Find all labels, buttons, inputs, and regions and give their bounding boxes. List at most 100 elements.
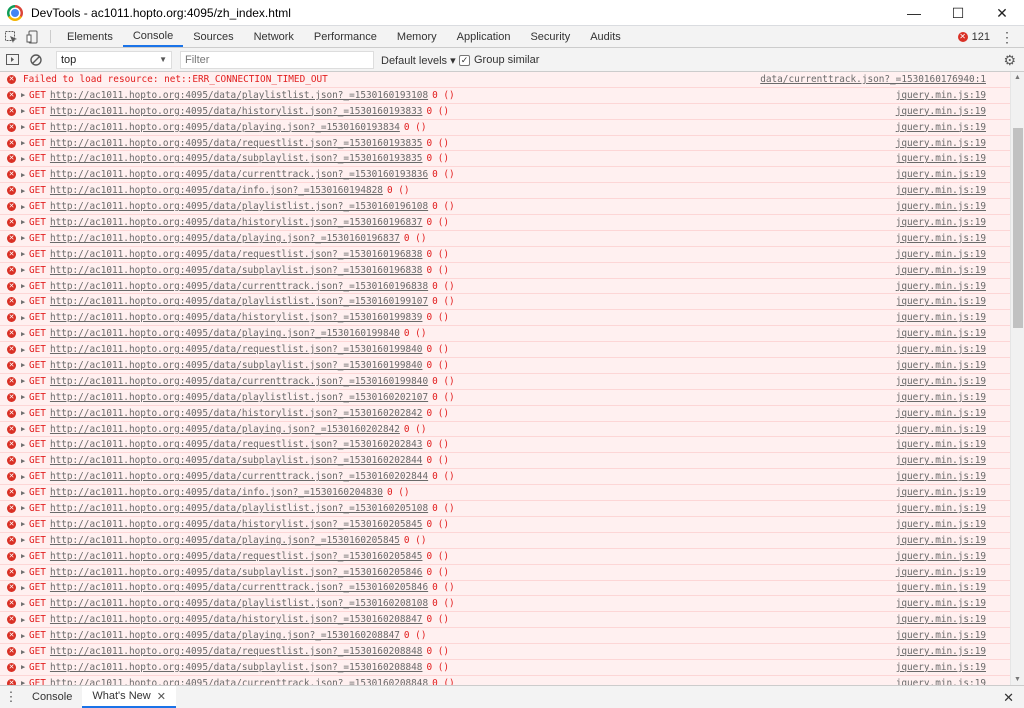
table-row[interactable]: ✕ ▶ GET http://ac1011.hopto.org:4095/data/c… [0, 676, 1010, 685]
source-link[interactable]: jquery.min.js:19 [896, 344, 986, 355]
source-link[interactable]: jquery.min.js:19 [896, 678, 986, 685]
request-url[interactable]: http://ac1011.hopto.org:4095/data/playli… [50, 201, 428, 212]
expand-triangle-icon[interactable]: ▶ [21, 155, 28, 163]
expand-triangle-icon[interactable]: ▶ [21, 314, 28, 322]
request-url[interactable]: http://ac1011.hopto.org:4095/data/playin… [50, 535, 400, 546]
expand-triangle-icon[interactable]: ▶ [21, 123, 28, 131]
table-row[interactable]: ✕ ▶ GET http://ac1011.hopto.org:4095/data/p… [0, 231, 1010, 247]
tab-network[interactable]: Network [244, 26, 304, 47]
device-toolbar-icon[interactable] [22, 26, 44, 47]
request-url[interactable]: http://ac1011.hopto.org:4095/data/reques… [50, 344, 423, 355]
drawer-menu-icon[interactable]: ⋮ [0, 686, 22, 708]
expand-triangle-icon[interactable]: ▶ [21, 171, 28, 179]
table-row[interactable]: ✕ ▶ GET http://ac1011.hopto.org:4095/data/c… [0, 374, 1010, 390]
table-row[interactable]: ✕ ▶ GET http://ac1011.hopto.org:4095/data/p… [0, 390, 1010, 406]
expand-triangle-icon[interactable]: ▶ [21, 457, 28, 465]
expand-triangle-icon[interactable]: ▶ [21, 536, 28, 544]
expand-triangle-icon[interactable]: ▶ [21, 409, 28, 417]
expand-triangle-icon[interactable]: ▶ [21, 266, 28, 274]
inspect-element-icon[interactable] [0, 26, 22, 47]
vertical-scrollbar[interactable]: ▲ ▼ [1010, 72, 1024, 685]
expand-triangle-icon[interactable]: ▶ [21, 425, 28, 433]
request-url[interactable]: http://ac1011.hopto.org:4095/data/curren… [50, 169, 428, 180]
source-link[interactable]: jquery.min.js:19 [896, 169, 986, 180]
request-url[interactable]: http://ac1011.hopto.org:4095/data/histor… [50, 106, 423, 117]
table-row[interactable]: ✕ ▶ GET http://ac1011.hopto.org:4095/data/p… [0, 294, 1010, 311]
expand-triangle-icon[interactable]: ▶ [21, 250, 28, 258]
tab-elements[interactable]: Elements [57, 26, 123, 47]
request-url[interactable]: http://ac1011.hopto.org:4095/data/subpla… [50, 265, 423, 276]
request-url[interactable]: http://ac1011.hopto.org:4095/data/playli… [50, 90, 428, 101]
expand-triangle-icon[interactable]: ▶ [21, 552, 28, 560]
source-link[interactable]: data/currenttrack.json?_=1530160176940:1 [760, 74, 986, 85]
expand-triangle-icon[interactable]: ▶ [21, 648, 28, 656]
source-link[interactable]: jquery.min.js:19 [896, 201, 986, 212]
table-row[interactable]: ✕ ▶ GET http://ac1011.hopto.org:4095/data/r… [0, 342, 1010, 359]
expand-triangle-icon[interactable]: ▶ [21, 568, 28, 576]
expand-triangle-icon[interactable]: ▶ [21, 441, 28, 449]
table-row[interactable]: ✕ ▶ GET http://ac1011.hopto.org:4095/data/h… [0, 215, 1010, 231]
source-link[interactable]: jquery.min.js:19 [896, 630, 986, 641]
source-link[interactable]: jquery.min.js:19 [896, 535, 986, 546]
request-url[interactable]: http://ac1011.hopto.org:4095/data/playli… [50, 598, 428, 609]
request-url[interactable]: http://ac1011.hopto.org:4095/data/curren… [50, 582, 428, 593]
request-url[interactable]: http://ac1011.hopto.org:4095/data/histor… [50, 614, 423, 625]
source-link[interactable]: jquery.min.js:19 [896, 233, 986, 244]
source-link[interactable]: jquery.min.js:19 [896, 296, 986, 307]
request-url[interactable]: http://ac1011.hopto.org:4095/data/subpla… [50, 567, 423, 578]
group-similar-toggle[interactable]: ✓ Group similar [459, 48, 539, 72]
source-link[interactable]: jquery.min.js:19 [896, 567, 986, 578]
source-link[interactable]: jquery.min.js:19 [896, 138, 986, 149]
source-link[interactable]: jquery.min.js:19 [896, 471, 986, 482]
expand-triangle-icon[interactable]: ▶ [21, 600, 28, 608]
source-link[interactable]: jquery.min.js:19 [896, 614, 986, 625]
table-row[interactable]: ✕ ▶ GET http://ac1011.hopto.org:4095/data/p… [0, 422, 1010, 438]
source-link[interactable]: jquery.min.js:19 [896, 662, 986, 673]
request-url[interactable]: http://ac1011.hopto.org:4095/data/histor… [50, 519, 423, 530]
checkbox-checked-icon[interactable]: ✓ [459, 54, 470, 66]
expand-triangle-icon[interactable]: ▶ [21, 520, 28, 528]
scroll-up-icon[interactable]: ▲ [1014, 74, 1021, 81]
request-url[interactable]: http://ac1011.hopto.org:4095/data/playli… [50, 503, 428, 514]
request-url[interactable]: http://ac1011.hopto.org:4095/data/histor… [50, 312, 423, 323]
table-row[interactable]: ✕ ▶ GET http://ac1011.hopto.org:4095/data/c… [0, 581, 1010, 597]
context-selector[interactable]: top ▼ [56, 51, 172, 69]
tab-memory[interactable]: Memory [387, 26, 447, 47]
table-row[interactable]: ✕ ▶ GET http://ac1011.hopto.org:4095/data/s… [0, 565, 1010, 581]
source-link[interactable]: jquery.min.js:19 [896, 455, 986, 466]
gear-icon[interactable]: ⚙ [1003, 48, 1016, 72]
table-row[interactable]: ✕ ▶ GET http://ac1011.hopto.org:4095/data/p… [0, 199, 1010, 216]
more-options-icon[interactable]: ⋮ [998, 26, 1016, 48]
minimize-button[interactable]: — [892, 0, 936, 26]
expand-triangle-icon[interactable]: ▶ [21, 187, 28, 195]
source-link[interactable]: jquery.min.js:19 [896, 153, 986, 164]
table-row[interactable]: ✕ ▶ GET http://ac1011.hopto.org:4095/data/c… [0, 279, 1010, 295]
table-row[interactable]: ✕ ▶ GET http://ac1011.hopto.org:4095/data/i… [0, 183, 1010, 200]
expand-triangle-icon[interactable]: ▶ [21, 346, 28, 354]
request-url[interactable]: http://ac1011.hopto.org:4095/data/histor… [50, 217, 423, 228]
source-link[interactable]: jquery.min.js:19 [896, 424, 986, 435]
source-link[interactable]: jquery.min.js:19 [896, 582, 986, 593]
request-url[interactable]: http://ac1011.hopto.org:4095/data/subpla… [50, 153, 423, 164]
error-count-badge[interactable]: ✕ 121 [957, 26, 990, 48]
table-row[interactable]: ✕ ▶ GET http://ac1011.hopto.org:4095/data/r… [0, 437, 1010, 454]
source-link[interactable]: jquery.min.js:19 [896, 408, 986, 419]
table-row[interactable]: ✕ ▶ GET http://ac1011.hopto.org:4095/data/h… [0, 406, 1010, 422]
source-link[interactable]: jquery.min.js:19 [896, 439, 986, 450]
table-row[interactable]: ✕ ▶ GET http://ac1011.hopto.org:4095/data/r… [0, 136, 1010, 152]
scrollbar-thumb[interactable] [1013, 128, 1023, 328]
request-url[interactable]: http://ac1011.hopto.org:4095/data/reques… [50, 439, 423, 450]
request-url[interactable]: http://ac1011.hopto.org:4095/data/histor… [50, 408, 423, 419]
request-url[interactable]: http://ac1011.hopto.org:4095/data/reques… [50, 138, 423, 149]
source-link[interactable]: jquery.min.js:19 [896, 90, 986, 101]
table-row[interactable]: ✕ ▶ GET http://ac1011.hopto.org:4095/data/p… [0, 501, 1010, 517]
table-row[interactable]: ✕ ▶ GET http://ac1011.hopto.org:4095/data/r… [0, 247, 1010, 263]
request-url[interactable]: http://ac1011.hopto.org:4095/data/playin… [50, 424, 400, 435]
expand-triangle-icon[interactable]: ▶ [21, 632, 28, 640]
request-url[interactable]: http://ac1011.hopto.org:4095/data/curren… [50, 678, 428, 685]
expand-triangle-icon[interactable]: ▶ [21, 107, 28, 115]
source-link[interactable]: jquery.min.js:19 [896, 503, 986, 514]
source-link[interactable]: jquery.min.js:19 [896, 519, 986, 530]
table-row[interactable]: ✕ ▶ GET http://ac1011.hopto.org:4095/data/c… [0, 167, 1010, 184]
source-link[interactable]: jquery.min.js:19 [896, 185, 986, 196]
